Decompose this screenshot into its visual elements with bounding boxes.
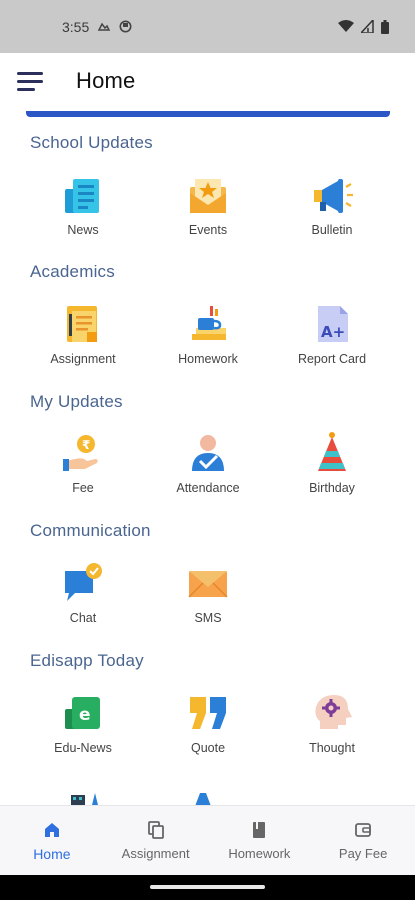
book-icon (253, 822, 266, 838)
tile-sms[interactable]: SMS (146, 561, 270, 625)
wifi-icon (338, 20, 354, 32)
edu-news-icon: e (65, 697, 100, 729)
nav-label: Homework (228, 846, 291, 861)
nav-label: Pay Fee (338, 846, 388, 861)
notification-icon (98, 22, 111, 31)
tile-label: News (67, 223, 99, 237)
tile-label: Events (188, 223, 228, 237)
tile-label: Chat (69, 611, 97, 625)
section-title: Communication (30, 521, 151, 540)
tile-thought[interactable]: Thought (270, 691, 394, 755)
tile-events[interactable]: Events (146, 173, 270, 237)
quote-icon (190, 697, 226, 729)
nav-homework[interactable]: Homework (208, 806, 312, 875)
hamburger-menu-icon[interactable] (17, 72, 43, 92)
tile-label: SMS (194, 611, 222, 625)
tile-label: Quote (190, 741, 226, 755)
nav-label: Assignment (121, 846, 190, 861)
thought-icon (315, 695, 352, 729)
tile-birthday[interactable]: Birthday (270, 431, 394, 495)
news-icon (65, 179, 99, 213)
nav-pay-fee[interactable]: Pay Fee (311, 806, 415, 875)
nav-home[interactable]: Home (0, 806, 104, 875)
battery-icon (381, 19, 389, 34)
fee-icon: ₹ (63, 435, 98, 471)
status-time: 3:55 (62, 18, 90, 35)
tile-label: Homework (178, 352, 238, 366)
app-bar: Home (0, 53, 415, 111)
birthday-icon (318, 432, 346, 471)
tile-label: Birthday (309, 481, 355, 495)
building-icon (71, 793, 98, 805)
tile-bulletin[interactable]: Bulletin (270, 173, 394, 237)
report-card-icon: A+ (318, 306, 348, 342)
wallet-icon (355, 823, 372, 837)
tile-news[interactable]: News (21, 173, 145, 237)
homework-icon (192, 306, 226, 340)
home-grid[interactable]: School Updates News Events Bulletin Acad… (0, 117, 415, 805)
tile-label: Assignment (50, 352, 116, 366)
home-icon (44, 823, 59, 837)
attendance-icon (192, 435, 224, 471)
tile-label: Edu-News (54, 741, 112, 755)
section-title: School Updates (30, 133, 153, 152)
system-gesture-area (0, 875, 415, 900)
signal-icon (361, 20, 374, 33)
tile-assignment[interactable]: Assignment (21, 302, 145, 366)
chat-icon (65, 563, 102, 601)
tile-attendance[interactable]: Attendance (146, 431, 270, 495)
tile-label: Attendance (176, 481, 240, 495)
status-bar: 3:55 (0, 0, 415, 53)
tile-report-card[interactable]: A+ Report Card (270, 302, 394, 366)
svg-text:A+: A+ (321, 323, 345, 341)
assignment-icon (67, 306, 97, 342)
bottom-navigation: Home Assignment Homework Pay Fee (0, 805, 415, 875)
tile-label: Bulletin (311, 223, 353, 237)
tile-chat[interactable]: Chat (21, 561, 145, 625)
tile-fee[interactable]: ₹ Fee (21, 431, 145, 495)
bulletin-icon (314, 179, 353, 213)
tile-homework[interactable]: Homework (146, 302, 270, 366)
tile-quote[interactable]: Quote (146, 691, 270, 755)
section-title: Edisapp Today (30, 651, 144, 670)
events-icon (190, 179, 226, 213)
section-title: Academics (30, 262, 115, 281)
page-title: Home (76, 68, 136, 93)
svg-text:e: e (79, 705, 91, 725)
gesture-handle[interactable] (150, 885, 265, 889)
nav-label: Home (33, 846, 71, 862)
tile-label: Fee (72, 481, 94, 495)
section-title: My Updates (30, 392, 123, 411)
clock-icon (119, 20, 132, 33)
tile-label: Report Card (297, 352, 367, 366)
svg-text:₹: ₹ (82, 438, 90, 452)
tile-edu-news[interactable]: e Edu-News (21, 691, 145, 755)
nav-assignment[interactable]: Assignment (104, 806, 208, 875)
sms-icon (188, 571, 228, 598)
tile-label: Thought (309, 741, 355, 755)
tower-icon (195, 793, 211, 805)
copy-icon (147, 821, 164, 839)
